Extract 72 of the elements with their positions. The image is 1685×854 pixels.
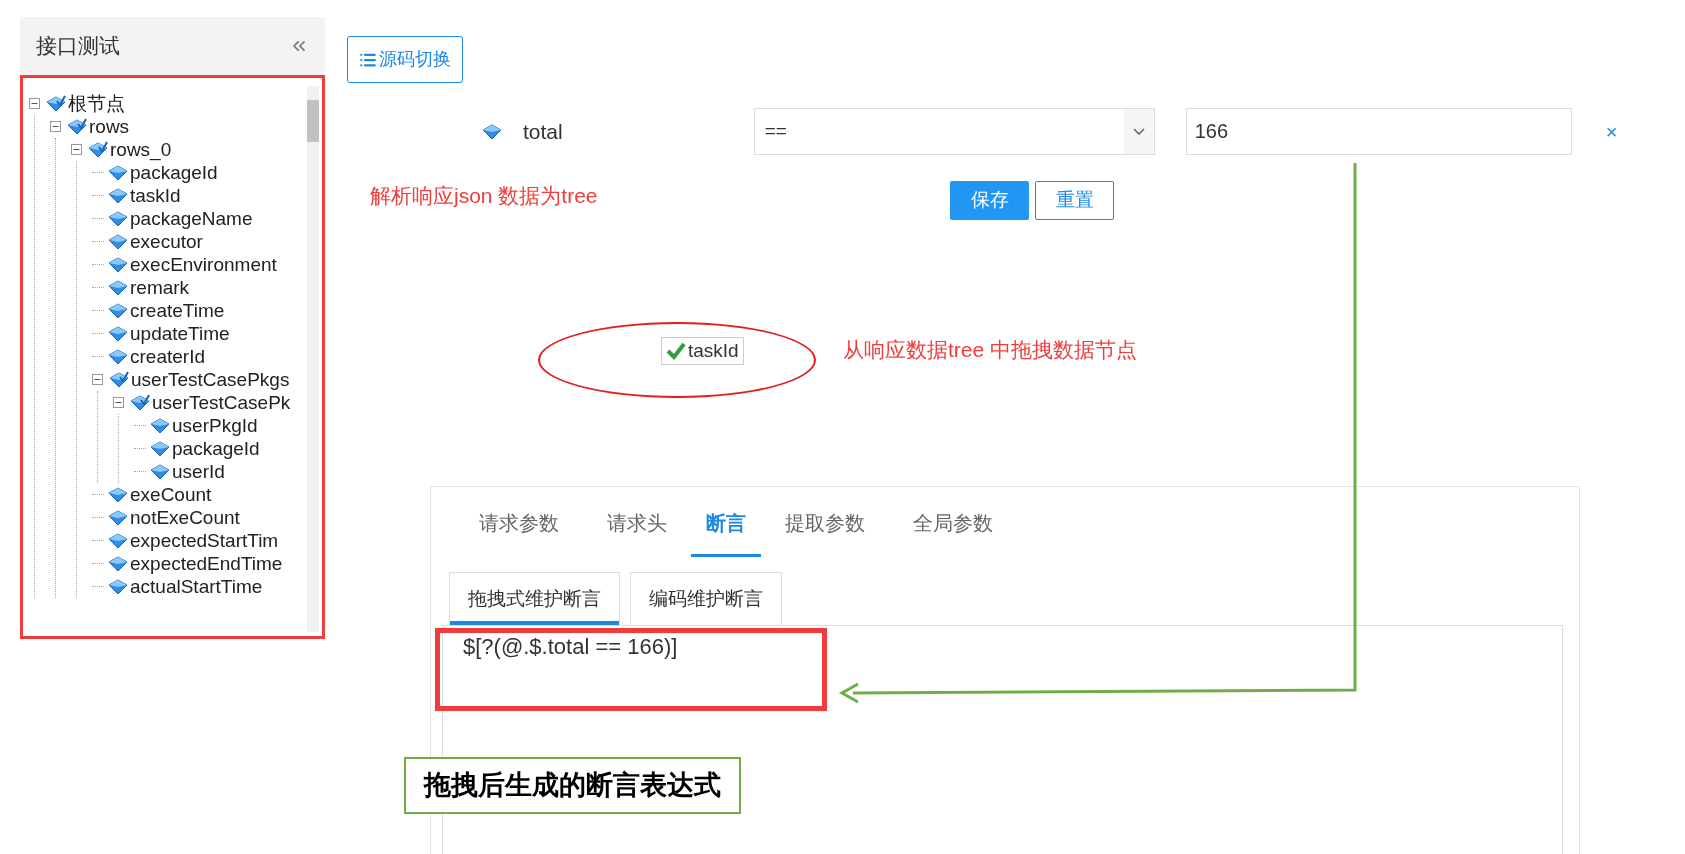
operator-select[interactable]: == xyxy=(753,108,1155,155)
leaf-node-icon xyxy=(108,531,128,550)
leaf-node-icon xyxy=(108,554,128,573)
folder-node-icon xyxy=(46,94,66,113)
leaf-node-icon xyxy=(482,122,502,141)
tab[interactable]: 断言 xyxy=(691,491,761,557)
sub-tab[interactable]: 编码维护断言 xyxy=(630,572,782,625)
tree-node-label[interactable]: rows xyxy=(89,115,130,138)
tab[interactable]: 全局参数 xyxy=(889,491,1017,557)
field-name: total xyxy=(523,118,563,145)
leaf-node-icon xyxy=(108,301,128,320)
tree-node-label[interactable]: packageId xyxy=(130,161,218,184)
tree-node-label[interactable]: executor xyxy=(130,230,203,253)
collapse-toggle-icon[interactable] xyxy=(92,374,103,385)
scrollbar[interactable] xyxy=(307,86,319,632)
leaf-node-icon xyxy=(108,186,128,205)
tree-node-label[interactable]: remark xyxy=(130,276,190,299)
leaf-node-icon xyxy=(108,347,128,366)
collapse-toggle-icon[interactable] xyxy=(29,98,40,109)
collapse-toggle-icon[interactable] xyxy=(50,121,61,132)
sub-tab[interactable]: 拖拽式维护断言 xyxy=(449,572,620,625)
tree-node-label[interactable]: rows_0 xyxy=(110,138,172,161)
tree-node-label[interactable]: createTime xyxy=(130,299,225,322)
leaf-node-icon xyxy=(108,278,128,297)
folder-node-icon xyxy=(67,117,87,136)
tree-node-label[interactable]: userTestCasePk xyxy=(152,391,291,414)
tree-node-label[interactable]: userId xyxy=(172,460,225,483)
tree-node-label[interactable]: updateTime xyxy=(130,322,230,345)
tree-node-label[interactable]: expectedStartTim xyxy=(130,529,279,552)
leaf-node-icon xyxy=(108,324,128,343)
annotation-note: 解析响应json 数据为tree xyxy=(370,183,598,209)
annotation-note: 从响应数据tree 中拖拽数据节点 xyxy=(843,337,1138,363)
tab[interactable]: 请求头 xyxy=(583,491,691,557)
leaf-node-icon xyxy=(108,255,128,274)
leaf-node-icon xyxy=(108,508,128,527)
tree-node-label[interactable]: 根节点 xyxy=(68,92,125,115)
reset-button[interactable]: 重置 xyxy=(1035,181,1114,220)
tree-node-label[interactable]: packageId xyxy=(172,437,260,460)
leaf-node-icon xyxy=(108,485,128,504)
leaf-node-icon xyxy=(150,462,170,481)
assertion-expression: $[?(@.$.total == 166)] xyxy=(463,634,678,659)
tree-node-label[interactable]: execEnvironment xyxy=(130,253,277,276)
tree-node-label[interactable]: exeCount xyxy=(130,483,212,506)
tree-node-label[interactable]: taskId xyxy=(130,184,181,207)
remove-condition-button[interactable]: × xyxy=(1605,116,1618,147)
tree-node-label[interactable]: createrId xyxy=(130,345,205,368)
collapse-toggle-icon[interactable] xyxy=(71,144,82,155)
tab[interactable]: 请求参数 xyxy=(455,491,583,557)
leaf-node-icon xyxy=(150,439,170,458)
annotation-callout: 拖拽后生成的断言表达式 xyxy=(404,757,741,814)
folder-node-icon xyxy=(109,370,129,389)
dragged-node-chip[interactable]: taskId xyxy=(661,337,744,365)
tree-node-label[interactable]: userPkgId xyxy=(172,414,258,437)
folder-node-icon xyxy=(88,140,108,159)
source-toggle-button[interactable]: 源码切换 xyxy=(347,36,463,83)
tree-node-label[interactable]: userTestCasePkgs xyxy=(131,368,290,391)
collapse-toggle-icon[interactable] xyxy=(113,397,124,408)
sidebar-title: 接口测试 xyxy=(36,33,120,60)
tab[interactable]: 提取参数 xyxy=(761,491,889,557)
tree-node-label[interactable]: packageName xyxy=(130,207,253,230)
leaf-node-icon xyxy=(108,209,128,228)
folder-node-icon xyxy=(130,393,150,412)
leaf-node-icon xyxy=(108,577,128,596)
dropdown-caret-icon xyxy=(1132,128,1145,135)
tree-node-label[interactable]: notExeCount xyxy=(130,506,240,529)
value-input[interactable]: 166 xyxy=(1185,108,1572,155)
tree-node-label[interactable]: expectedEndTime xyxy=(130,552,283,575)
leaf-node-icon xyxy=(108,163,128,182)
leaf-node-icon xyxy=(150,416,170,435)
check-icon xyxy=(666,342,686,360)
leaf-node-icon xyxy=(108,232,128,251)
tree-node-label[interactable]: actualStartTime xyxy=(130,575,263,598)
